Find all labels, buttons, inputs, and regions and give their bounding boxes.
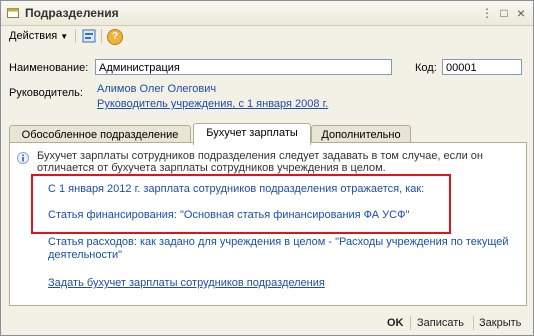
toolbar-divider — [101, 29, 102, 43]
code-field[interactable]: 00001 — [442, 59, 522, 75]
maximize-icon[interactable]: □ — [496, 5, 512, 21]
info-icon — [17, 152, 29, 164]
footer-divider — [410, 316, 411, 330]
name-field[interactable]: Администрация — [95, 59, 392, 75]
footer-divider — [473, 316, 474, 330]
help-icon[interactable]: ? — [107, 29, 123, 45]
info-text: Бухучет зарплаты сотрудников подразделен… — [37, 150, 483, 174]
title-bar: Подразделения ⋮ □ × — [1, 1, 533, 26]
save-button[interactable]: Записать — [417, 315, 464, 331]
set-payroll-accounting-link[interactable]: Задать бухучет зарплаты сотрудников подр… — [48, 277, 325, 289]
expense-item-link-continued[interactable]: деятельности" — [48, 249, 122, 261]
footer-bar: OK Записать Закрыть — [1, 309, 533, 335]
actions-label: Действия — [9, 30, 58, 42]
window-title: Подразделения — [25, 6, 119, 20]
structure-icon[interactable] — [81, 28, 97, 44]
window-menu-icon[interactable]: ⋮ — [479, 5, 495, 21]
highlight-box — [31, 174, 451, 234]
name-label: Наименование: — [9, 62, 89, 74]
tab-bar: Обособленное подразделение Бухучет зарпл… — [9, 123, 525, 145]
close-button[interactable]: Закрыть — [479, 315, 521, 331]
toolbar-divider — [75, 29, 76, 43]
code-label: Код: — [415, 62, 437, 74]
manager-position-link[interactable]: Руководитель учреждения, с 1 января 2008… — [97, 98, 328, 110]
tab-payroll-accounting[interactable]: Бухучет зарплаты — [193, 123, 311, 145]
app-icon — [7, 8, 19, 18]
manager-name-link[interactable]: Алимов Олег Олегович — [97, 83, 216, 95]
toolbar: Действия ▼ ? — [1, 26, 533, 46]
manager-label: Руководитель: — [9, 87, 83, 99]
window: Подразделения ⋮ □ × Действия ▼ ? Наимено… — [0, 0, 534, 336]
actions-menu[interactable]: Действия ▼ — [9, 28, 68, 44]
chevron-down-icon: ▼ — [60, 32, 69, 41]
ok-button[interactable]: OK — [387, 315, 404, 331]
expense-item-link[interactable]: Статья расходов: как задано для учрежден… — [48, 236, 509, 248]
close-icon[interactable]: × — [513, 5, 529, 21]
